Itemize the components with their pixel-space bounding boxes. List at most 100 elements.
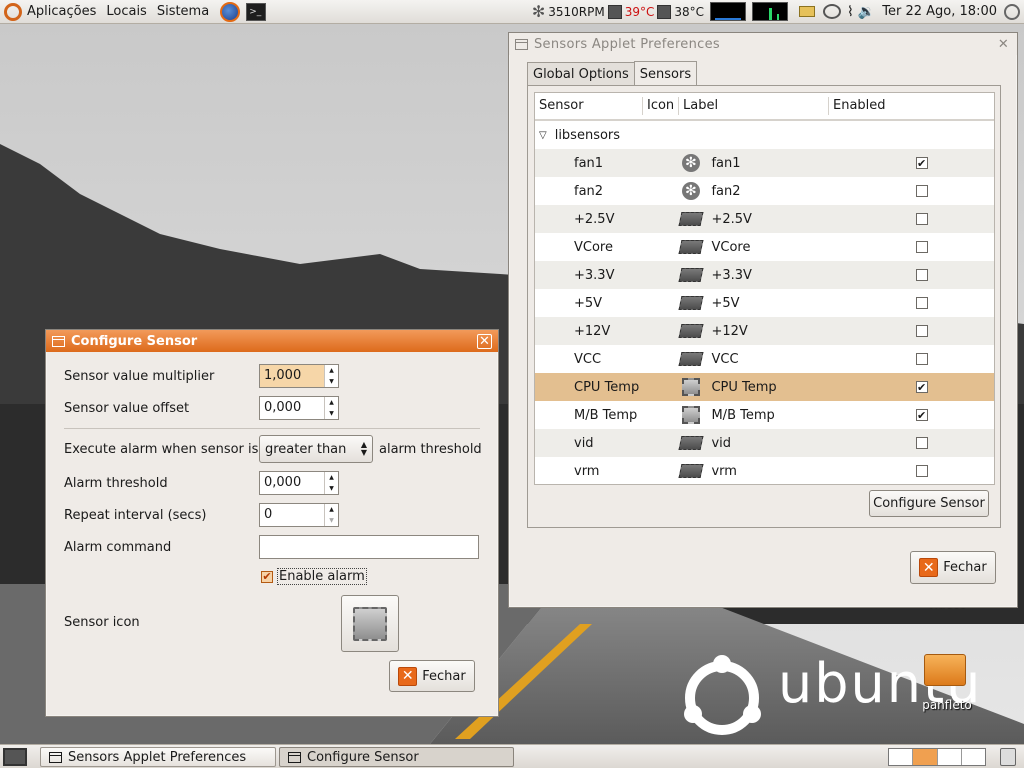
threshold-spinbutton[interactable]: 0,000 ▲ ▼ — [259, 471, 339, 495]
fan-rpm-readout[interactable]: 3510RPM — [545, 5, 607, 19]
prefs-close-button[interactable]: ✕ Fechar — [910, 551, 996, 584]
terminal-launcher-icon[interactable]: >_ — [246, 2, 267, 21]
menu-applications[interactable]: Aplicações — [22, 4, 101, 19]
clock[interactable]: Ter 22 Ago, 18:00 — [879, 4, 1000, 19]
titlebar[interactable]: Sensors Applet Preferences ✕ — [509, 33, 1017, 55]
column-enabled[interactable]: Enabled — [829, 97, 994, 115]
offset-spinbutton[interactable]: 0,000 ▲ ▼ — [259, 396, 339, 420]
sensor-label[interactable]: vrm — [707, 464, 843, 479]
workspace-1[interactable] — [889, 749, 914, 765]
alarm-when-suffix: alarm threshold — [379, 442, 482, 457]
sensor-label[interactable]: VCC — [707, 352, 843, 367]
mb-temp-readout[interactable]: 38°C — [671, 5, 707, 19]
enabled-checkbox[interactable]: ✔ — [915, 157, 928, 169]
network-monitor-graph[interactable] — [752, 2, 788, 21]
enabled-checkbox[interactable] — [915, 213, 928, 225]
table-row[interactable]: fan2 ✻ fan2 — [535, 177, 994, 205]
window-icon — [288, 751, 301, 763]
chat-bubble-icon[interactable] — [823, 4, 841, 19]
network-icon[interactable]: ⌇ — [847, 4, 854, 20]
checkmark-icon[interactable]: ✔ — [261, 570, 273, 583]
taskbar-item-configure[interactable]: Configure Sensor — [279, 747, 514, 767]
sensor-label[interactable]: VCore — [707, 240, 843, 255]
table-row[interactable]: VCore VCore — [535, 233, 994, 261]
table-row[interactable]: +2.5V +2.5V — [535, 205, 994, 233]
table-row[interactable]: +5V +5V — [535, 289, 994, 317]
spin-arrows-icon[interactable]: ▲ ▼ — [324, 365, 338, 387]
taskbar-item-preferences[interactable]: Sensors Applet Preferences — [40, 747, 276, 767]
power-icon[interactable] — [1004, 3, 1020, 20]
expander-icon[interactable]: ▽ — [539, 130, 547, 141]
enabled-checkbox[interactable] — [915, 269, 928, 281]
close-icon[interactable]: ✕ — [996, 37, 1011, 52]
spin-arrows-icon[interactable]: ▲ ▼ — [324, 397, 338, 419]
table-row[interactable]: vid vid — [535, 429, 994, 457]
enabled-checkbox[interactable] — [915, 185, 928, 197]
sensor-label[interactable]: fan1 — [707, 156, 843, 171]
column-icon[interactable]: Icon — [643, 97, 679, 115]
enabled-checkbox[interactable] — [915, 325, 928, 337]
offset-value[interactable]: 0,000 — [260, 397, 324, 419]
volume-icon[interactable]: 🔉 — [858, 4, 875, 20]
spin-arrows-icon[interactable]: ▲ ▼ — [324, 472, 338, 494]
table-row[interactable]: M/B Temp M/B Temp ✔ — [535, 401, 994, 429]
enabled-checkbox[interactable] — [915, 353, 928, 365]
menu-places[interactable]: Locais — [101, 4, 151, 19]
configure-close-button[interactable]: ✕ Fechar — [389, 660, 475, 692]
folder-icon[interactable] — [924, 654, 966, 686]
configure-sensor-button[interactable]: Configure Sensor — [869, 490, 989, 517]
enabled-checkbox[interactable]: ✔ — [915, 381, 928, 393]
sensor-label[interactable]: M/B Temp — [707, 408, 843, 423]
panfleto-folder-label[interactable]: panfleto — [914, 698, 980, 712]
trash-icon[interactable] — [1000, 748, 1016, 766]
sensor-icon-button[interactable] — [341, 595, 399, 652]
tab-global-options[interactable]: Global Options — [527, 62, 635, 86]
workspace-switcher[interactable] — [888, 748, 986, 766]
enabled-checkbox[interactable]: ✔ — [915, 409, 928, 421]
menu-system[interactable]: Sistema — [152, 4, 214, 19]
alarm-comparison-select[interactable]: greater than ▲ ▼ — [259, 435, 373, 463]
enabled-checkbox[interactable] — [915, 465, 928, 477]
tree-group-row[interactable]: ▽ libsensors — [535, 121, 994, 149]
enabled-checkbox[interactable] — [915, 241, 928, 253]
alarm-comparison-value: greater than — [265, 441, 347, 457]
cpu-monitor-graph[interactable] — [710, 2, 746, 21]
workspace-2[interactable] — [913, 749, 938, 765]
table-row[interactable]: vrm vrm — [535, 457, 994, 485]
table-row[interactable]: +12V +12V — [535, 317, 994, 345]
cpu-temp-readout[interactable]: 39°C — [622, 5, 658, 19]
spin-arrows-icon[interactable]: ▲ ▼ — [324, 504, 338, 526]
sensor-label[interactable]: +5V — [707, 296, 843, 311]
sensor-label[interactable]: +12V — [707, 324, 843, 339]
enabled-checkbox[interactable] — [915, 297, 928, 309]
table-row[interactable]: fan1 ✻ fan1 ✔ — [535, 149, 994, 177]
repeat-spinbutton[interactable]: 0 ▲ ▼ — [259, 503, 339, 527]
multiplier-spinbutton[interactable]: 1,000 ▲ ▼ — [259, 364, 339, 388]
sensor-label[interactable]: +3.3V — [707, 268, 843, 283]
alarm-command-field[interactable] — [259, 535, 479, 559]
column-label[interactable]: Label — [679, 97, 829, 115]
workspace-3[interactable] — [938, 749, 962, 765]
column-sensor[interactable]: Sensor — [535, 97, 643, 115]
tab-sensors[interactable]: Sensors — [633, 61, 698, 87]
firefox-launcher-icon[interactable] — [220, 1, 241, 22]
table-row[interactable]: +3.3V +3.3V — [535, 261, 994, 289]
sensor-label[interactable]: fan2 — [707, 184, 843, 199]
multiplier-value[interactable]: 1,000 — [260, 365, 324, 387]
mail-icon[interactable] — [799, 6, 815, 17]
repeat-value[interactable]: 0 — [260, 504, 324, 526]
table-row[interactable]: VCC VCC — [535, 345, 994, 373]
sensor-label[interactable]: +2.5V — [707, 212, 843, 227]
threshold-value[interactable]: 0,000 — [260, 472, 324, 494]
sensor-label[interactable]: CPU Temp — [707, 380, 843, 395]
close-icon[interactable]: ✕ — [477, 333, 492, 349]
titlebar[interactable]: Configure Sensor ✕ — [46, 330, 498, 352]
ubuntu-menu-icon[interactable] — [4, 2, 22, 21]
table-row[interactable]: CPU Temp CPU Temp ✔ — [535, 373, 994, 401]
sensors-tree[interactable]: Sensor Icon Label Enabled ▽ libsensors f… — [534, 92, 995, 485]
workspace-4[interactable] — [962, 749, 985, 765]
show-desktop-icon[interactable] — [3, 748, 27, 766]
enable-alarm-checkbox[interactable]: ✔ Enable alarm — [261, 568, 367, 585]
sensor-label[interactable]: vid — [707, 436, 843, 451]
enabled-checkbox[interactable] — [915, 437, 928, 449]
